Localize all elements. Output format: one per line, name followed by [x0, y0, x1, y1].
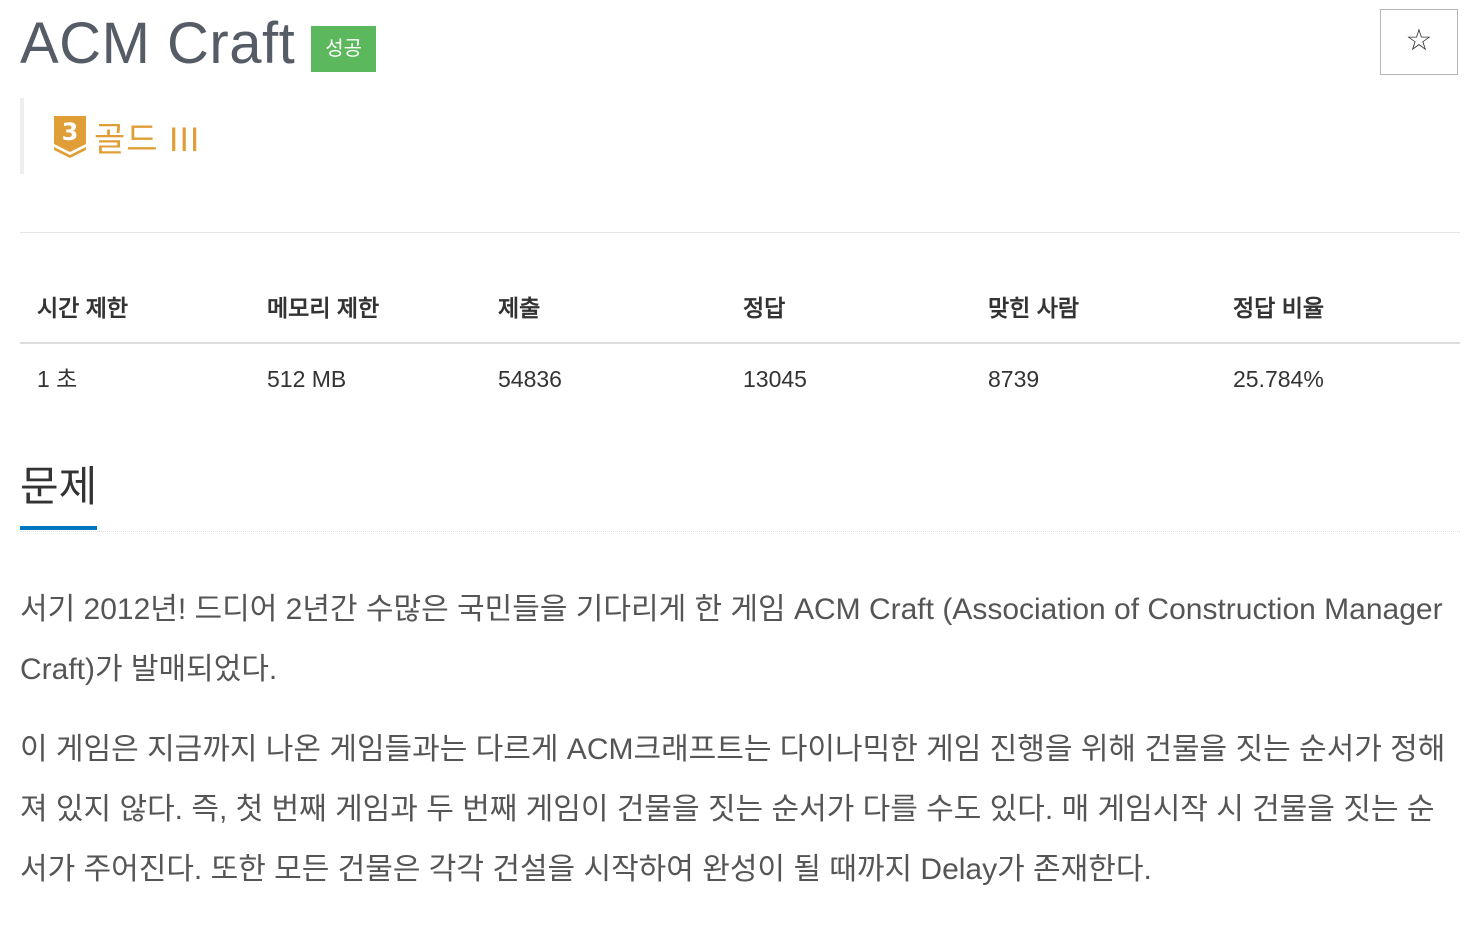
- problem-description: 서기 2012년! 드디어 2년간 수많은 국민들을 기다리게 한 게임 ACM…: [20, 580, 1460, 920]
- stats-header-row: 시간 제한 메모리 제한 제출 정답 맞힌 사람 정답 비율: [20, 275, 1460, 344]
- tier-number: 3: [62, 118, 79, 146]
- star-button[interactable]: ☆: [1380, 9, 1458, 75]
- value-accept-ratio: 25.784%: [1233, 366, 1324, 392]
- tier-block: 3 골드 III: [20, 98, 200, 174]
- header-accept-ratio: 정답 비율: [1233, 295, 1325, 321]
- header-accepted: 정답: [743, 295, 786, 321]
- star-icon: ☆: [1405, 24, 1433, 57]
- gold-tier-icon: 3: [54, 116, 86, 158]
- title-row: ACM Craft 성공: [20, 8, 376, 80]
- value-accepted[interactable]: 13045: [726, 344, 971, 414]
- problem-title: ACM Craft: [20, 11, 296, 76]
- stats-value-row: 1 초 512 MB 54836 13045 8739 25.784%: [20, 344, 1460, 414]
- header-memory-limit: 메모리 제한: [267, 295, 380, 321]
- value-memory-limit: 512 MB: [267, 366, 347, 392]
- header-submissions: 제출: [498, 295, 541, 321]
- section-title: 문제: [20, 456, 98, 530]
- header-time-limit: 시간 제한: [37, 295, 129, 321]
- value-solved-users[interactable]: 8739: [971, 344, 1216, 414]
- problem-section-header: 문제: [20, 455, 1460, 532]
- header-solved-users: 맞힌 사람: [988, 295, 1080, 321]
- value-time-limit: 1 초: [37, 366, 78, 392]
- stats-table: 시간 제한 메모리 제한 제출 정답 맞힌 사람 정답 비율 1 초 512 M…: [20, 275, 1460, 414]
- problem-page: ACM Craft 성공 ☆ 3 골드 III 시간 제한 메모리 제한 제출 …: [0, 0, 1484, 938]
- description-paragraph: 서기 2012년! 드디어 2년간 수많은 국민들을 기다리게 한 게임 ACM…: [20, 593, 1443, 686]
- result-badge[interactable]: 성공: [311, 26, 376, 72]
- description-paragraph: 이 게임은 지금까지 나온 게임들과는 다르게 ACM크래프트는 다이나믹한 게…: [20, 733, 1446, 886]
- tier-label[interactable]: 골드 III: [94, 112, 200, 161]
- divider: [20, 232, 1460, 233]
- value-submissions[interactable]: 54836: [481, 344, 726, 414]
